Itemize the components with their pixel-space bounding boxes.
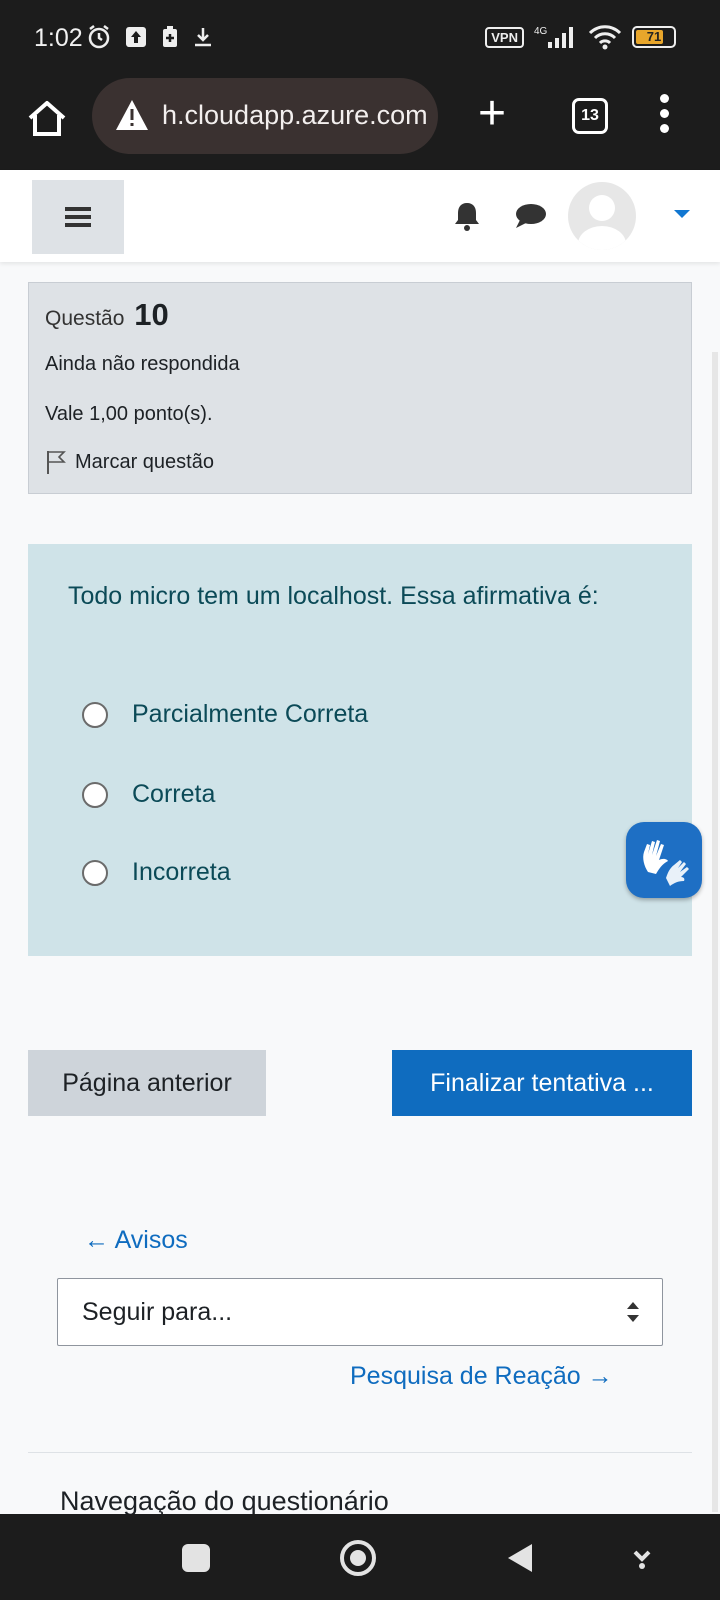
download-icon [195,28,211,47]
user-avatar[interactable] [568,182,636,250]
answer-option[interactable]: Parcialmente Correta [82,700,368,729]
user-menu-caret-icon[interactable] [674,210,690,218]
tab-count-button[interactable]: 13 [572,98,608,134]
flag-question-link[interactable]: Marcar questão [45,449,214,475]
svg-text:4G: 4G [534,26,548,37]
question-info-panel: Questão 10 Ainda não respondida Vale 1,0… [28,282,692,494]
flag-icon[interactable] [45,449,67,475]
answer-option[interactable]: Correta [82,780,215,809]
home-circle-icon[interactable] [340,1540,376,1576]
battery-icon: 71 [632,26,676,48]
wifi-icon [588,25,622,50]
browser-toolbar: h.cloudapp.azure.com + 13 [0,78,720,170]
recents-icon[interactable] [182,1544,210,1572]
select-arrows-icon[interactable] [626,1299,640,1325]
hamburger-icon [65,203,91,231]
answer-label[interactable]: Parcialmente Correta [132,700,368,729]
notifications-bell-icon[interactable] [452,200,482,232]
battery-saver-icon [163,26,177,47]
vpn-badge: VPN [485,26,524,48]
question-prompt: Todo micro tem um localhost. Essa afirma… [68,582,599,610]
quiz-navigation-heading: Navegação do questionário [60,1486,389,1516]
warning-icon[interactable] [114,98,150,132]
new-tab-icon[interactable]: + [478,90,506,138]
site-navbar [0,170,720,262]
answer-label[interactable]: Incorreta [132,858,231,887]
previous-page-button[interactable]: Página anterior [28,1050,266,1116]
section-divider [28,1452,692,1453]
home-icon[interactable] [24,96,70,142]
previous-activity-link[interactable]: ← Avisos [84,1226,188,1255]
answer-option[interactable]: Incorreta [82,858,231,887]
hide-navbar-icon[interactable] [632,1544,652,1572]
cellular-signal-icon: 4G [534,26,573,48]
url-text[interactable]: h.cloudapp.azure.com [162,100,428,131]
status-time: 1:02 [34,24,83,52]
jump-to-value[interactable]: Seguir para... [82,1298,232,1327]
more-menu-icon[interactable] [658,94,670,138]
sign-language-hands-icon [643,840,689,886]
battery-level: 71 [646,29,662,44]
answer-label[interactable]: Correta [132,780,215,809]
status-icons-left [86,24,214,50]
upload-icon [126,27,146,47]
status-bar: 1:02 VPN 4G 71 [0,0,720,78]
jump-to-select[interactable]: Seguir para... [57,1278,663,1346]
messages-icon[interactable] [514,202,548,230]
default-user-icon [578,195,626,250]
address-bar[interactable]: h.cloudapp.azure.com [92,78,438,154]
question-state: Ainda não respondida [45,353,240,375]
flag-question-label[interactable]: Marcar questão [75,451,214,474]
question-number: Questão 10 [45,297,169,333]
question-label: Questão [45,307,125,330]
next-activity-link[interactable]: Pesquisa de Reação → [350,1362,613,1391]
question-content: Todo micro tem um localhost. Essa afirma… [28,544,692,956]
back-icon[interactable] [508,1544,532,1572]
vlibras-accessibility-button[interactable] [626,822,702,898]
answer-radio[interactable] [82,859,108,886]
finish-attempt-button[interactable]: Finalizar tentativa ... [392,1050,692,1116]
question-grade: Vale 1,00 ponto(s). [45,403,213,425]
menu-button[interactable] [32,180,124,254]
answer-radio[interactable] [82,781,108,808]
system-navigation-bar [0,1514,720,1600]
question-number-value: 10 [134,297,169,332]
status-icons-right: VPN 4G 71 [485,24,676,50]
answer-radio[interactable] [82,701,108,728]
page-scrollbar[interactable] [712,352,718,1512]
alarm-icon [88,25,110,49]
